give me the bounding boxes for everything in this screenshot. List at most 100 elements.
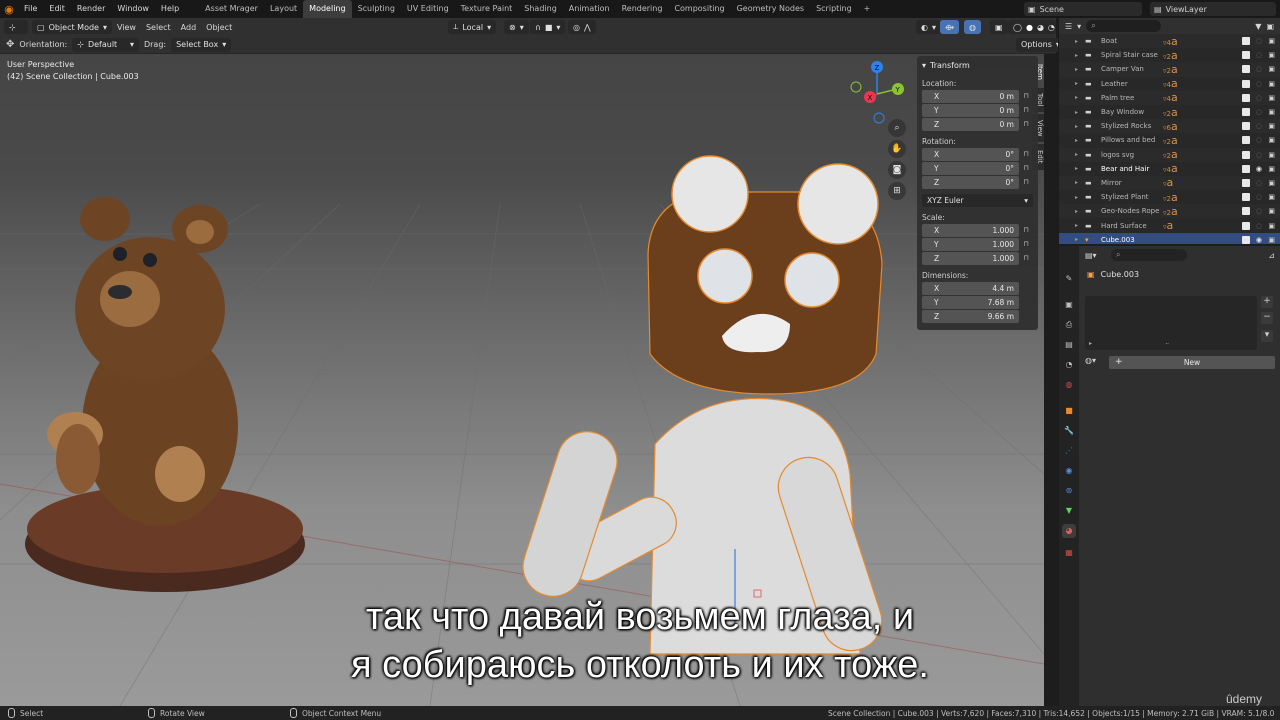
outliner-search-input[interactable]: ⌕ [1086,20,1162,32]
location-y-field[interactable]: Y0 m [922,103,1019,117]
output-tab-icon[interactable]: ⎙ [1062,318,1076,332]
camera-icon[interactable]: ▣ [1268,122,1275,130]
xray-toggle[interactable]: ▣ [990,20,1008,34]
outliner-item[interactable]: ▸ ▬ Bay Window ▿2a ◌ ▣ [1059,105,1280,119]
wireframe-shading-icon[interactable]: ◯ [1013,23,1022,32]
checkbox[interactable] [1242,108,1250,117]
expand-arrow-icon[interactable]: ▸ [1059,38,1078,45]
eye-icon[interactable]: ◌ [1256,222,1262,230]
outliner-item[interactable]: ▸ ▬ Mirror ▿a ◌ ▣ [1059,175,1280,191]
lock-icon[interactable]: ⊓ [1019,106,1033,114]
checkbox[interactable] [1242,136,1250,145]
scene-selector[interactable]: ▣ Scene [1024,2,1142,16]
tab-compositing[interactable]: Compositing [668,0,730,18]
eye-icon[interactable]: ◌ [1256,37,1262,45]
eye-icon[interactable]: ◌ [1256,179,1262,187]
properties-editor-icon[interactable]: ▤▾ [1085,251,1105,260]
tab-geometry-nodes[interactable]: Geometry Nodes [731,0,810,18]
object-tab-icon[interactable]: ■ [1062,404,1076,418]
rendered-shading-icon[interactable]: ◔ [1048,23,1055,32]
texture-tab-icon[interactable]: ▦ [1062,546,1076,560]
tab-sculpting[interactable]: Sculpting [352,0,401,18]
expand-arrow-icon[interactable]: ▸ [1059,94,1078,101]
tab-rendering[interactable]: Rendering [616,0,669,18]
dimensions-z-field[interactable]: Z 9.66 m [922,309,1019,323]
menu-file[interactable]: File [18,0,43,18]
eye-icon[interactable]: ◉ [1256,236,1262,244]
tab-scripting[interactable]: Scripting [810,0,858,18]
checkbox[interactable] [1242,79,1250,88]
rotation-y-field[interactable]: Y 0° [922,161,1019,175]
zoom-icon[interactable]: ⌕ [888,119,906,137]
menu-select[interactable]: Select [141,23,176,32]
expand-arrow-icon[interactable]: ▸ [1059,236,1078,243]
camera-icon[interactable]: ▣ [1268,207,1275,215]
camera-icon[interactable]: ▣ [1268,108,1275,116]
eye-icon[interactable]: ◌ [1256,193,1262,201]
camera-icon[interactable]: ▣ [1268,236,1275,244]
expand-arrow-icon[interactable]: ▸ [1059,137,1078,144]
scale-z-field[interactable]: Z 1.000 [922,251,1019,265]
eye-icon[interactable]: ◌ [1256,122,1262,130]
orientation-selector[interactable]: ⊹ Default ▾ [72,37,139,52]
camera-icon[interactable]: ▣ [1268,136,1275,144]
proportional-edit-toggle[interactable]: ◎ ⋀ [568,20,596,34]
expand-arrow-icon[interactable]: ▸ [1059,123,1078,130]
lock-icon[interactable]: ⊓ [1019,150,1033,158]
expand-arrow-icon[interactable]: ▸ [1059,208,1078,215]
checkbox[interactable] [1242,178,1250,187]
tab-shading[interactable]: Shading [518,0,563,18]
outliner-item[interactable]: ▸ ▬ logos svg ▿2a ◌ ▣ [1059,147,1280,162]
rotation-mode-select[interactable]: XYZ Euler ▾ [922,194,1033,207]
eye-icon[interactable]: ◌ [1256,65,1262,73]
transform-panel-header[interactable]: ▾ Transform [922,59,1033,73]
new-material-button[interactable]: + New [1109,356,1275,369]
outliner-item[interactable]: ▸ ▬ Bear and Hair ▿4a ◉ ▣ [1059,162,1280,176]
location-z-field[interactable]: Z0 m [922,117,1019,131]
blender-logo-icon[interactable]: ◉ [0,0,18,18]
view-layer-selector[interactable]: ▤ ViewLayer [1150,2,1276,16]
scene-tab-icon[interactable]: ◔ [1062,358,1076,372]
pan-hand-icon[interactable]: ✋ [888,140,906,158]
mode-selector[interactable]: ▢ Object Mode ▾ [32,20,112,34]
camera-icon[interactable]: ▣ [1268,65,1275,73]
outliner-editor-icon[interactable]: ☰ [1065,22,1072,31]
location-x-field[interactable]: X0 m [922,89,1019,103]
outliner-item[interactable]: ▸ ▬ Leather ▿4a ◌ ▣ [1059,77,1280,91]
lock-icon[interactable]: ⊓ [1019,164,1033,172]
expand-arrow-icon[interactable]: ▸ [1059,222,1078,229]
eye-icon[interactable]: ◌ [1256,94,1262,102]
outliner-item[interactable]: ▸ ▬ Geo-Nodes Rope ▿2a ◌ ▣ [1059,204,1280,219]
drag-selector[interactable]: Select Box ▾ [171,37,232,52]
eye-icon[interactable]: ◌ [1256,108,1262,116]
checkbox[interactable] [1242,65,1250,74]
rotation-z-field[interactable]: Z 0° [922,175,1019,189]
outliner-item[interactable]: ▸ ▬ Boat ▿4a ◌ ▣ [1059,34,1280,49]
lock-icon[interactable]: ⊓ [1019,240,1033,248]
lock-icon[interactable]: ⊓ [1019,178,1033,186]
checkbox[interactable] [1242,193,1250,202]
lock-icon[interactable]: ⊓ [1019,226,1033,234]
solid-shading-icon[interactable]: ● [1026,23,1033,32]
gizmo-toggle[interactable]: ⟴ [940,20,960,34]
checkbox[interactable] [1242,207,1250,216]
tab-animation[interactable]: Animation [563,0,616,18]
checkbox[interactable] [1242,221,1250,230]
menu-window[interactable]: Window [111,0,155,18]
camera-icon[interactable]: ▣ [1268,179,1275,187]
dimensions-y-field[interactable]: Y 7.68 m [922,295,1019,309]
expand-arrow-icon[interactable]: ▸ [1059,179,1078,186]
camera-icon[interactable]: ▣ [1268,151,1275,159]
scale-x-field[interactable]: X 1.000 [922,223,1019,237]
eye-icon[interactable]: ◌ [1256,80,1262,88]
shading-mode-buttons[interactable]: ◯ ● ◕ ◔ [1008,20,1056,34]
camera-icon[interactable]: ▣ [1268,193,1275,201]
properties-search-input[interactable]: ⌕ [1111,249,1187,261]
tab-texture-paint[interactable]: Texture Paint [455,0,519,18]
camera-icon[interactable]: ▣ [1268,37,1275,45]
eye-icon[interactable]: ◌ [1256,51,1262,59]
menu-object[interactable]: Object [201,23,237,32]
expand-arrow-icon[interactable]: ▸ [1059,66,1078,73]
outliner-item[interactable]: ▸ ▬ Spiral Stair case ▿2a ◌ ▣ [1059,48,1280,62]
scale-y-field[interactable]: Y 1.000 [922,237,1019,251]
